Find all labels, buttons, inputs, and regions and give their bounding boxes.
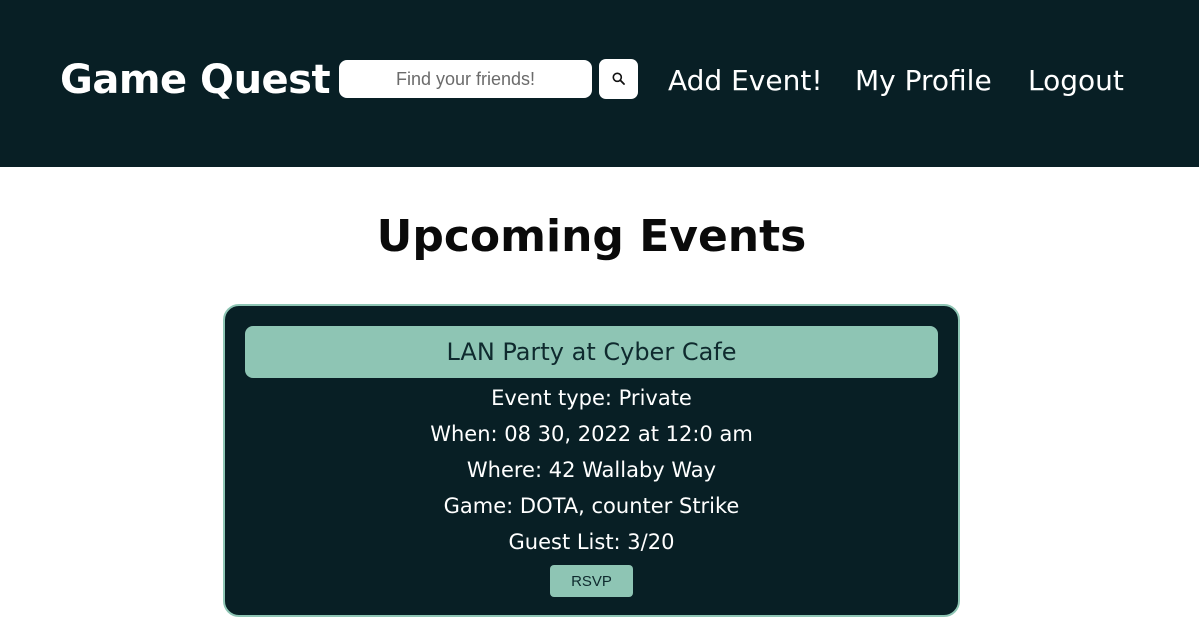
event-title: LAN Party at Cyber Cafe (245, 326, 938, 378)
nav-link-add-event[interactable]: Add Event! (668, 62, 823, 100)
nav-link-my-profile[interactable]: My Profile (855, 62, 992, 100)
rsvp-button[interactable]: RSVP (550, 565, 633, 597)
navbar: Game Quest Add Event! My Profile Logout (0, 0, 1199, 167)
brand-logo[interactable]: Game Quest (60, 52, 331, 108)
event-game: Game: DOTA, counter Strike (443, 494, 740, 518)
event-type: Event type: Private (491, 386, 692, 410)
event-card: LAN Party at Cyber Cafe Event type: Priv… (223, 304, 960, 617)
event-when: When: 08 30, 2022 at 12:0 am (430, 422, 753, 446)
event-where: Where: 42 Wallaby Way (466, 458, 717, 482)
search-icon (612, 72, 625, 85)
search-button[interactable] (599, 59, 638, 99)
friend-search-input[interactable] (339, 60, 592, 98)
nav-link-logout[interactable]: Logout (1028, 62, 1124, 100)
page-title: Upcoming Events (376, 211, 807, 262)
event-guest-list: Guest List: 3/20 (508, 530, 675, 554)
